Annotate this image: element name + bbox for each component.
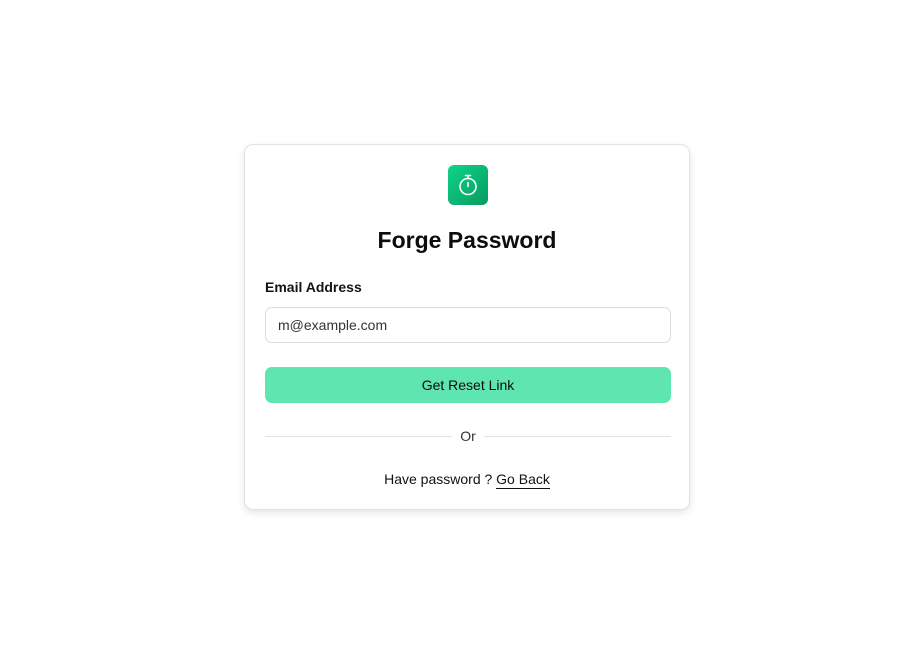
divider-line-left xyxy=(265,435,453,437)
have-password-prompt: Have password ? xyxy=(384,471,493,487)
email-label: Email Address xyxy=(265,279,362,295)
divider-text: Or xyxy=(460,428,476,444)
or-divider: Or xyxy=(265,427,671,445)
footer-text: Have password ? Go Back xyxy=(245,471,689,489)
get-reset-link-button[interactable]: Get Reset Link xyxy=(265,367,671,403)
forgot-password-card: Forge Password Email Address Get Reset L… xyxy=(244,144,690,510)
divider-line-right xyxy=(483,435,671,437)
stopwatch-icon xyxy=(448,165,488,205)
go-back-link[interactable]: Go Back xyxy=(496,471,550,489)
page-title: Forge Password xyxy=(377,227,557,253)
email-field[interactable] xyxy=(265,307,671,343)
